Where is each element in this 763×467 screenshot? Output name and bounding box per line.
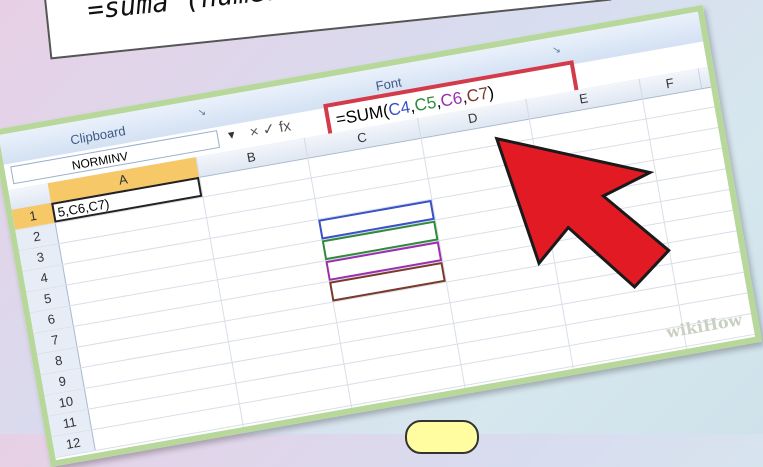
- red-pointer-arrow-icon: [494, 136, 671, 290]
- ref-c6: C6: [439, 88, 464, 111]
- clipboard-launcher-icon[interactable]: ↘: [197, 107, 207, 119]
- ref-c5: C5: [412, 92, 438, 116]
- chevron-down-icon[interactable]: ▼: [225, 129, 238, 143]
- excel-screenshot: Clipboard ↘ Font ↘ NORMINV ▼ × ✓ fx =SUM…: [0, 4, 763, 467]
- formula-buttons[interactable]: × ✓ fx: [248, 116, 293, 141]
- ref-c4: C4: [386, 97, 412, 120]
- font-launcher-icon[interactable]: ↘: [551, 44, 561, 56]
- spreadsheet-wrapper: Clipboard ↘ Font ↘ NORMINV ▼ × ✓ fx =SUM…: [0, 0, 763, 467]
- yellow-bubble-fragment: [405, 420, 479, 454]
- ref-c7: C7: [465, 83, 490, 107]
- name-box-value: NORMINV: [70, 149, 130, 173]
